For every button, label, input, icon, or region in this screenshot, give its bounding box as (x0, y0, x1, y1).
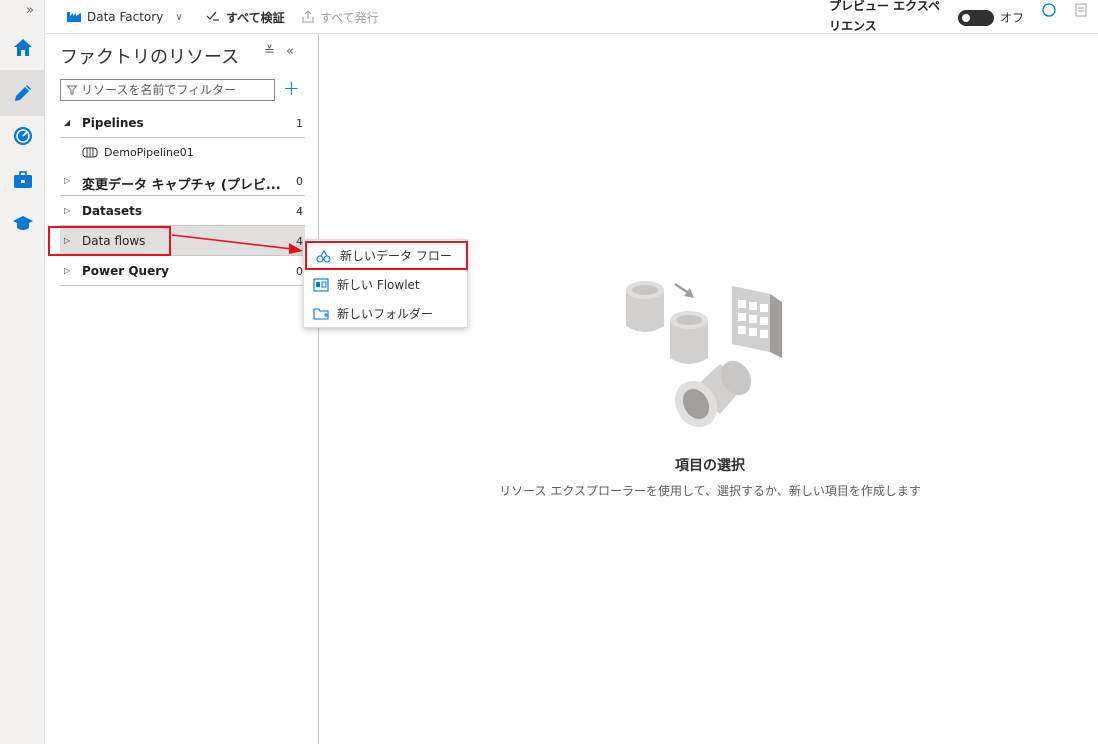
hide-panel-button[interactable]: « (286, 44, 294, 59)
tree-node-count: 0 (296, 175, 303, 188)
toggle-state-label: オフ (1000, 11, 1025, 25)
factory-selector[interactable]: Data Factory ∨ (67, 9, 183, 25)
preview-toggle[interactable] (958, 10, 994, 26)
tree-node-pipelines[interactable]: ◢ Pipelines 1 (60, 108, 305, 138)
expanded-triangle-icon: ◢ (64, 118, 71, 127)
data-flows-context-menu: 新しいデータ フロー 新しい Flowlet 新しいフォルダー (303, 239, 468, 328)
panel-title: ファクトリのリソース (60, 47, 240, 68)
top-toolbar: Data Factory ∨ すべて検証 すべて発行 プレビュー エクスペリエン… (45, 0, 1098, 34)
menu-item-new-flowlet[interactable]: 新しい Flowlet (304, 270, 469, 299)
tree-node-count: 1 (296, 117, 303, 130)
publish-all-label: すべて発行 (320, 11, 379, 25)
empty-state-title: 項目の選択 (675, 458, 745, 474)
validate-all-button[interactable]: すべて検証 (206, 9, 285, 26)
home-icon[interactable] (8, 33, 38, 63)
add-resource-button[interactable]: + (283, 76, 300, 100)
factory-resources-panel: ファクトリのリソース ≚ « + ◢ Pipelines 1 DemoPipel… (45, 34, 319, 744)
collapsed-triangle-icon: ▷ (64, 206, 71, 215)
monitor-gauge-icon[interactable] (8, 121, 38, 151)
tree-node-label: Power Query (82, 264, 169, 278)
tree-node-pipeline-item[interactable]: DemoPipeline01 (60, 138, 305, 166)
preview-experience-label: プレビュー エクスペリエンス (829, 0, 940, 33)
tree-node-power-query[interactable]: ▷ Power Query 0 (60, 256, 305, 286)
publish-icon (302, 9, 314, 26)
tree-node-label: DemoPipeline01 (104, 146, 194, 159)
tree-node-label: Pipelines (82, 116, 144, 130)
menu-item-new-data-flow[interactable]: 新しいデータ フロー (305, 241, 468, 270)
toggle-knob (962, 14, 970, 22)
tree-node-label: 変更データ キャプチャ (プレビ... (82, 178, 281, 193)
folder-icon (313, 306, 329, 322)
empty-state-subtitle: リソース エクスプローラーを使用して、選択するか、新しい項目を作成します (499, 484, 921, 498)
menu-item-label: 新しいデータ フロー (340, 249, 452, 263)
properties-icon[interactable] (1075, 2, 1087, 21)
publish-all-button[interactable]: すべて発行 (302, 9, 379, 26)
menu-item-label: 新しい Flowlet (337, 278, 420, 292)
annotation-arrow (171, 234, 303, 254)
tree-node-count: 4 (296, 205, 303, 218)
menu-item-new-folder[interactable]: 新しいフォルダー (304, 299, 469, 328)
resource-filter-input[interactable] (81, 83, 271, 97)
collapsed-triangle-icon: ▷ (64, 266, 71, 275)
collapsed-triangle-icon: ▷ (64, 176, 71, 185)
filter-icon (67, 85, 77, 95)
tree-node-label: Datasets (82, 204, 143, 218)
pipeline-icon (82, 147, 98, 161)
factory-name: Data Factory (87, 10, 164, 24)
learning-center-icon[interactable] (8, 208, 38, 238)
validate-all-label: すべて検証 (226, 11, 285, 25)
expand-nav-button[interactable]: » (26, 3, 34, 18)
resource-filter-field[interactable] (60, 79, 275, 101)
left-nav-rail: » (0, 0, 45, 744)
resource-tree: ◢ Pipelines 1 DemoPipeline01 ▷ 変更データ キャプ… (60, 108, 305, 286)
menu-item-label: 新しいフォルダー (337, 307, 434, 321)
tree-node-change-data-capture[interactable]: ▷ 変更データ キャプチャ (プレビ... 0 (60, 166, 305, 196)
app-window: » Data Factory ∨ すべて検証 すべて発行 プレビュー エクスペリ… (0, 0, 1098, 744)
refresh-icon[interactable] (1041, 2, 1057, 22)
tree-node-count: 0 (296, 265, 303, 278)
checkmark-icon (206, 10, 220, 25)
manage-toolbox-icon[interactable] (8, 165, 38, 195)
flowlet-icon (313, 277, 329, 293)
chevron-down-icon: ∨ (175, 11, 183, 23)
tree-node-datasets[interactable]: ▷ Datasets 4 (60, 196, 305, 226)
dataflow-icon (316, 248, 332, 264)
highlight-box-data-flows (48, 226, 171, 256)
author-pencil-icon[interactable] (0, 70, 45, 116)
collapse-all-button[interactable]: ≚ (264, 44, 275, 59)
empty-state-illustration (626, 281, 782, 428)
factory-icon (67, 9, 81, 25)
